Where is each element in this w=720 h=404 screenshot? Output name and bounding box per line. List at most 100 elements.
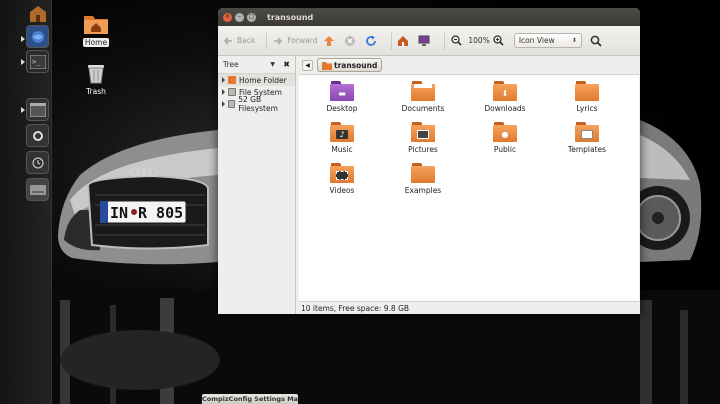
trash-icon: [88, 65, 104, 84]
path-bar: ◀ transound: [298, 56, 640, 74]
zoom-in-icon: [493, 35, 505, 47]
home-folder-icon: [84, 16, 108, 34]
launcher: >_: [0, 0, 52, 404]
view-mode-select[interactable]: Icon View ⬍: [513, 33, 582, 48]
desktop-folder-icon: ▬: [330, 81, 354, 101]
file-item-desktop[interactable]: ▬ Desktop: [312, 81, 372, 113]
breadcrumb[interactable]: transound: [317, 58, 383, 72]
drive-launcher-icon[interactable]: [26, 178, 49, 201]
running-indicator: [21, 36, 25, 42]
file-name: Templates: [567, 145, 607, 154]
toolbar: Back Forward 100% Icon View ⬍: [218, 26, 640, 56]
browser-launcher-icon[interactable]: [26, 25, 49, 48]
breadcrumb-label: transound: [334, 60, 378, 70]
toolbar-separator: [444, 31, 446, 50]
file-item-music[interactable]: ♪ Music: [312, 122, 372, 154]
sidebar-mode-select[interactable]: Tree ▼: [223, 60, 275, 69]
clock-launcher-icon[interactable]: [26, 151, 49, 174]
file-item-downloads[interactable]: ⬇ Downloads: [475, 81, 535, 113]
reload-icon: [365, 35, 377, 47]
maximize-button[interactable]: □: [247, 12, 256, 22]
running-indicator: [21, 107, 25, 113]
file-item-documents[interactable]: Documents: [393, 81, 453, 113]
sidebar: Tree ▼ ✖ Home Folder File System 52 GB F…: [218, 56, 296, 314]
close-button[interactable]: ✕: [223, 12, 232, 22]
stop-icon: [344, 35, 356, 47]
expand-arrow-icon[interactable]: [222, 89, 225, 95]
home-folder-launcher-icon[interactable]: [26, 2, 49, 25]
tree-item-filesystem-volume[interactable]: 52 GB Filesystem: [218, 95, 295, 113]
templates-folder-icon: [575, 122, 599, 142]
arrow-right-icon: [272, 35, 284, 47]
window-titlebar[interactable]: ✕ – □ transound: [218, 8, 640, 26]
tree-item-label: 52 GB Filesystem: [238, 95, 278, 113]
computer-button[interactable]: [418, 35, 433, 47]
music-folder-icon: ♪: [330, 122, 354, 142]
expand-arrow-icon[interactable]: [222, 77, 225, 83]
chevron-updown-icon: ⬍: [571, 37, 577, 44]
terminal-launcher-icon[interactable]: >_: [26, 50, 49, 73]
back-label: Back: [237, 36, 256, 45]
search-icon: [590, 35, 602, 47]
file-item-lyrics[interactable]: Lyrics: [557, 81, 617, 113]
svg-text:R 805: R 805: [138, 204, 183, 222]
file-name: Public: [493, 145, 517, 154]
window-title: transound: [267, 12, 314, 22]
file-item-pictures[interactable]: Pictures: [393, 122, 453, 154]
stop-button[interactable]: [344, 35, 359, 47]
desktop-icon-label: Trash: [86, 87, 106, 96]
settings-launcher-icon[interactable]: [26, 124, 49, 147]
search-button[interactable]: [590, 35, 605, 47]
file-item-templates[interactable]: Templates: [557, 122, 617, 154]
desktop-trash-icon[interactable]: Trash: [76, 62, 116, 96]
desktop-home-icon[interactable]: Home: [76, 13, 116, 47]
file-name: Examples: [404, 186, 442, 195]
file-name: Videos: [329, 186, 355, 195]
toolbar-separator: [391, 31, 393, 50]
chevron-left-icon: ◀: [305, 61, 310, 69]
home-button[interactable]: [397, 35, 412, 47]
forward-button[interactable]: Forward: [272, 35, 317, 47]
desktop-icon-label: Home: [82, 38, 110, 47]
up-button[interactable]: [323, 35, 338, 47]
toolbar-separator: [266, 31, 268, 50]
zoom-level: 100%: [468, 36, 490, 45]
expand-arrow-icon[interactable]: [222, 101, 225, 107]
file-name: Pictures: [408, 145, 438, 154]
arrow-left-icon: [222, 35, 234, 47]
computer-icon: [418, 35, 430, 47]
status-text: 10 items, Free space: 9.8 GB: [301, 303, 410, 313]
file-name: Music: [331, 145, 353, 154]
zoom-out-icon: [450, 35, 462, 47]
chevron-down-icon: ▼: [270, 61, 275, 68]
file-item-videos[interactable]: Videos: [312, 163, 372, 195]
path-back-button[interactable]: ◀: [302, 59, 313, 71]
svg-text:IN: IN: [110, 204, 128, 222]
sidebar-mode-value: Tree: [223, 60, 239, 69]
file-item-public[interactable]: ● Public: [475, 122, 535, 154]
window-tab-compizconfig[interactable]: CompizConfig Settings Manager: [202, 394, 298, 404]
folder-icon: [411, 163, 435, 183]
file-name: Documents: [401, 104, 445, 113]
arrow-up-icon: [323, 35, 335, 47]
home-icon: [397, 35, 409, 47]
back-button[interactable]: Back: [222, 35, 255, 47]
forward-label: Forward: [287, 36, 318, 45]
reload-button[interactable]: [365, 35, 380, 47]
home-folder-icon: [228, 76, 236, 84]
home-icon: [322, 61, 332, 70]
file-item-examples[interactable]: Examples: [393, 163, 453, 195]
close-sidebar-icon[interactable]: ✖: [283, 60, 290, 69]
tree-item-home-folder[interactable]: Home Folder: [218, 74, 295, 86]
file-name: Downloads: [484, 104, 526, 113]
zoom-in-button[interactable]: [493, 35, 508, 47]
minimize-button[interactable]: –: [235, 12, 244, 22]
file-view[interactable]: ▬ Desktop Documents ⬇ Downloads Lyrics ♪…: [299, 74, 639, 301]
file-name: Desktop: [326, 104, 358, 113]
drive-icon: [228, 100, 236, 108]
window-manager-launcher-icon[interactable]: [26, 98, 49, 121]
drive-icon: [228, 88, 236, 96]
zoom-out-button[interactable]: [450, 35, 465, 47]
folder-icon: [575, 81, 599, 101]
public-folder-icon: ●: [493, 122, 517, 142]
